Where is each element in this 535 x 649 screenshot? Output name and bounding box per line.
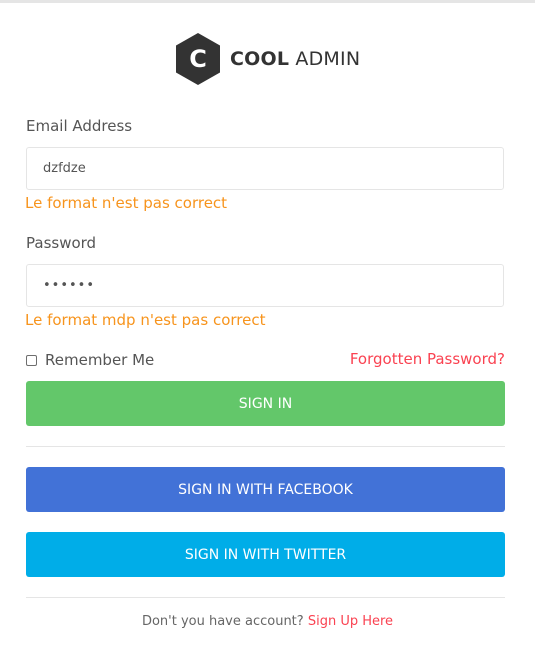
logo-letter: C — [189, 45, 207, 73]
remember-label: Remember Me — [45, 351, 155, 369]
hexagon-logo-icon: C — [176, 33, 220, 85]
top-border — [0, 0, 535, 3]
email-label: Email Address — [26, 117, 133, 135]
brand-name: COOL ADMIN — [230, 48, 360, 70]
brand-name-regular: ADMIN — [295, 48, 361, 70]
signup-prompt-text: Don't you have account? — [141, 614, 304, 629]
remember-me[interactable]: Remember Me — [26, 351, 154, 369]
password-label: Password — [26, 234, 97, 252]
facebook-sign-in-button[interactable]: SIGN IN WITH FACEBOOK — [26, 467, 505, 512]
sign-in-button[interactable]: SIGN IN — [26, 381, 505, 426]
remember-checkbox[interactable] — [26, 354, 37, 366]
signup-prompt: Don't you have account? Sign Up Here — [0, 614, 535, 629]
brand-name-bold: COOL — [230, 48, 290, 70]
twitter-sign-in-button[interactable]: SIGN IN WITH TWITTER — [26, 532, 505, 577]
email-field[interactable] — [26, 147, 504, 190]
password-error: Le format mdp n'est pas correct — [25, 311, 266, 329]
divider — [26, 597, 505, 598]
sign-up-link[interactable]: Sign Up Here — [308, 614, 393, 629]
email-error: Le format n'est pas correct — [25, 194, 228, 212]
divider — [26, 446, 505, 447]
password-field[interactable] — [26, 264, 504, 307]
forgot-password-link[interactable]: Forgotten Password? — [350, 350, 505, 368]
brand-logo: C COOL ADMIN — [175, 33, 360, 85]
